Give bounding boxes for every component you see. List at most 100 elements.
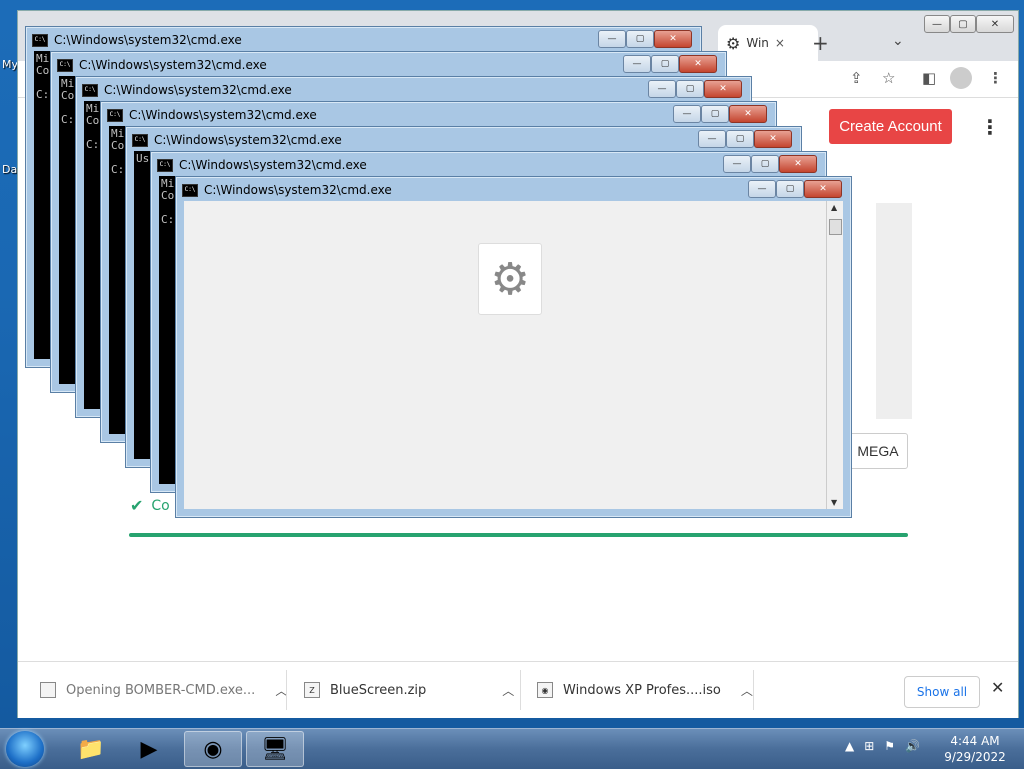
minimize-button[interactable]: — — [924, 15, 950, 33]
minimize-button[interactable]: — — [623, 55, 651, 73]
download-item-winxp[interactable]: ◉ Windows XP Profes....iso ︿ — [537, 662, 753, 718]
cmd-title-bar[interactable]: C:\ C:\Windows\system32\cmd.exe — [107, 106, 317, 124]
divider — [520, 670, 521, 710]
cmd-app-icon: C:\ — [157, 158, 173, 172]
chrome-menu-icon[interactable]: ⋮ — [988, 69, 1003, 87]
download-item-bluescreen[interactable]: Z BlueScreen.zip ︿ — [304, 662, 514, 718]
complete-label: Co — [151, 497, 170, 514]
iso-icon: ◉ — [537, 682, 553, 698]
divider — [753, 670, 754, 710]
new-tab-button[interactable]: + — [812, 31, 829, 55]
cmd-title-bar[interactable]: C:\ C:\Windows\system32\cmd.exe — [132, 131, 342, 149]
side-panel-icon[interactable]: ◧ — [922, 69, 936, 87]
close-button[interactable]: ✕ — [976, 15, 1014, 33]
chevron-up-icon[interactable]: ︿ — [741, 682, 753, 699]
gear-icon: ⚙ — [478, 243, 542, 315]
progress-bar — [129, 533, 908, 537]
cmd-title: C:\Windows\system32\cmd.exe — [54, 33, 242, 47]
cmd-title-bar[interactable]: C:\ C:\Windows\system32\cmd.exe — [82, 81, 292, 99]
cmd-title-bar[interactable]: C:\ C:\Windows\system32\cmd.exe — [32, 31, 242, 49]
download-name: BlueScreen.zip — [330, 682, 427, 698]
cmd-title-bar[interactable]: C:\ C:\Windows\system32\cmd.exe — [157, 156, 367, 174]
zip-icon: Z — [304, 682, 320, 698]
start-button[interactable] — [6, 731, 44, 767]
maximize-button[interactable]: ▢ — [776, 180, 804, 198]
maximize-button[interactable]: ▢ — [950, 15, 976, 33]
maximize-button[interactable]: ▢ — [651, 55, 679, 73]
download-name: Opening BOMBER-CMD.exe... — [66, 682, 256, 698]
action-center-icon[interactable]: ⚑ — [884, 739, 895, 753]
scroll-down-icon[interactable]: ▼ — [831, 498, 837, 507]
cmd-app-icon: C:\ — [107, 108, 123, 122]
clock[interactable]: 4:44 AM 9/29/2022 — [940, 733, 1010, 765]
tab-win[interactable]: ⚙ Win × — [718, 25, 818, 61]
divider — [286, 670, 287, 710]
clock-time: 4:44 AM — [950, 734, 1000, 748]
network-setup-icon[interactable]: 🖥 — [246, 731, 304, 767]
show-all-button[interactable]: Show all — [904, 676, 980, 708]
show-hidden-icons-icon[interactable]: ▲ — [845, 739, 854, 753]
close-button[interactable]: ✕ — [754, 130, 792, 148]
close-button[interactable]: ✕ — [679, 55, 717, 73]
checkmark-icon: ✔ — [130, 496, 144, 515]
cmd-title: C:\Windows\system32\cmd.exe — [79, 58, 267, 72]
close-downloads-icon[interactable]: ✕ — [991, 678, 1004, 697]
cmd-title: C:\Windows\system32\cmd.exe — [129, 108, 317, 122]
download-name: Windows XP Profes....iso — [563, 682, 721, 698]
content-panel — [876, 203, 912, 419]
minimize-button[interactable]: — — [673, 105, 701, 123]
cmd-title: C:\Windows\system32\cmd.exe — [104, 83, 292, 97]
maximize-button[interactable]: ▢ — [626, 30, 654, 48]
cmd-app-icon: C:\ — [132, 133, 148, 147]
clock-date: 9/29/2022 — [944, 750, 1006, 764]
chevron-up-icon[interactable]: ︿ — [502, 682, 514, 699]
bookmark-star-icon[interactable]: ☆ — [882, 69, 895, 87]
close-button[interactable]: ✕ — [654, 30, 692, 48]
cmd-window[interactable]: C:\ C:\Windows\system32\cmd.exe — ▢ ✕ ▲ ▼ ⚙ — [175, 176, 852, 518]
cmd-app-icon: C:\ — [182, 183, 198, 197]
complete-status: ✔ Co — [130, 496, 170, 515]
tab-search-button[interactable]: ⌄ — [892, 33, 904, 49]
file-icon — [40, 682, 56, 698]
close-button[interactable]: ✕ — [804, 180, 842, 198]
volume-icon[interactable]: 🔊 — [905, 739, 920, 753]
downloads-bar: Opening BOMBER-CMD.exe... ︿ Z BlueScreen… — [18, 661, 1018, 718]
network-icon[interactable]: ⊞ — [864, 739, 874, 753]
explorer-icon[interactable]: 📁 — [62, 731, 120, 767]
share-icon[interactable]: ⇪ — [850, 69, 863, 87]
maximize-button[interactable]: ▢ — [726, 130, 754, 148]
download-item-bomber[interactable]: Opening BOMBER-CMD.exe... ︿ — [40, 662, 287, 718]
cmd-title: C:\Windows\system32\cmd.exe — [154, 133, 342, 147]
close-button[interactable]: ✕ — [779, 155, 817, 173]
cmd-app-icon: C:\ — [57, 58, 73, 72]
desktop-label-my[interactable]: My — [2, 58, 18, 71]
minimize-button[interactable]: — — [598, 30, 626, 48]
minimize-button[interactable]: — — [648, 80, 676, 98]
page-menu-icon[interactable]: ⋮ — [980, 115, 1000, 139]
mega-button[interactable]: MEGA — [848, 433, 908, 469]
chrome-icon[interactable]: ◉ — [184, 731, 242, 767]
cmd-app-icon: C:\ — [32, 33, 48, 47]
create-account-button[interactable]: Create Account — [829, 109, 952, 144]
close-button[interactable]: ✕ — [729, 105, 767, 123]
cmd-title-bar[interactable]: C:\ C:\Windows\system32\cmd.exe — [182, 181, 392, 199]
cmd-title: C:\Windows\system32\cmd.exe — [204, 183, 392, 197]
minimize-button[interactable]: — — [698, 130, 726, 148]
scroll-thumb[interactable] — [829, 219, 842, 235]
profile-avatar-icon[interactable] — [950, 67, 972, 89]
tab-title: Win — [746, 36, 769, 50]
maximize-button[interactable]: ▢ — [751, 155, 779, 173]
close-button[interactable]: ✕ — [704, 80, 742, 98]
gear-icon: ⚙ — [726, 33, 741, 53]
scroll-up-icon[interactable]: ▲ — [831, 203, 837, 212]
cmd-title-bar[interactable]: C:\ C:\Windows\system32\cmd.exe — [57, 56, 267, 74]
scrollbar[interactable]: ▲▼ — [826, 201, 843, 509]
tab-close-icon[interactable]: × — [775, 36, 785, 50]
media-player-icon[interactable]: ▶ — [120, 731, 178, 767]
desktop-label-da[interactable]: Da — [2, 163, 17, 176]
maximize-button[interactable]: ▢ — [701, 105, 729, 123]
minimize-button[interactable]: — — [748, 180, 776, 198]
minimize-button[interactable]: — — [723, 155, 751, 173]
system-tray: ▲ ⊞ ⚑ 🔊 — [845, 739, 920, 753]
maximize-button[interactable]: ▢ — [676, 80, 704, 98]
